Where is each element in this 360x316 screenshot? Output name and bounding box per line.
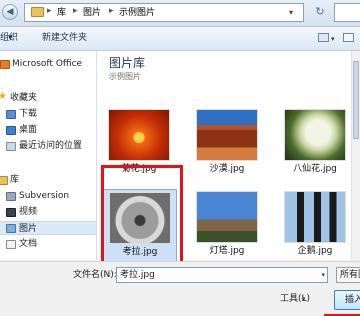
- breadcrumb-separator-icon: ▸: [47, 6, 52, 16]
- nav-item-favorites[interactable]: ★ 收藏夹: [0, 91, 96, 105]
- library-subtitle: 示例图片: [109, 72, 141, 81]
- vertical-scrollbar[interactable]: [351, 51, 360, 260]
- library-title: 图片库: [109, 56, 146, 70]
- filename-dropdown-icon[interactable]: ▾: [321, 268, 325, 282]
- address-bar[interactable]: ▸ 库 ▸ 图片 ▸ 示例图片 ▾: [24, 3, 304, 22]
- recent-places-icon: [6, 142, 16, 151]
- file-name-panel: 文件名(N): 考拉.jpg ▾ 所有图 工具(L) ▾ 插入: [0, 261, 360, 314]
- filename-label: 文件名(N):: [73, 270, 117, 280]
- desktop-icon: [6, 126, 16, 135]
- folder-icon: [31, 7, 44, 17]
- file-item-koala[interactable]: 考拉.jpg: [101, 189, 177, 267]
- navigation-pane: Microsoft Office ★ 收藏夹 下载 桌面 最近访问的位置 库 S…: [0, 51, 97, 260]
- nav-item-documents[interactable]: 文档: [0, 237, 96, 251]
- library-icon: [0, 176, 8, 185]
- filename-input[interactable]: 考拉.jpg ▾: [116, 267, 328, 283]
- address-bar-row: ◀ ▸ 库 ▸ 图片 ▸ 示例图片 ▾ ↻: [0, 0, 360, 27]
- nav-item-pictures[interactable]: 图片: [0, 221, 96, 235]
- hydrangeas-thumbnail: [284, 109, 346, 161]
- nav-item-recent-places[interactable]: 最近访问的位置: [0, 139, 96, 153]
- penguins-thumbnail: [284, 191, 346, 243]
- breadcrumb-separator-icon: ▸: [109, 6, 114, 16]
- organize-dropdown-icon[interactable]: ▾: [8, 32, 13, 44]
- file-item-desert[interactable]: 沙漠.jpg: [189, 107, 265, 185]
- file-item-penguins[interactable]: 企鹅.jpg: [277, 189, 353, 267]
- command-bar: 组织 ▾ 新建文件夹 ▾: [0, 27, 360, 51]
- search-input[interactable]: [334, 3, 360, 22]
- view-dropdown-icon[interactable]: ▾: [331, 33, 335, 45]
- nav-item-microsoft-office[interactable]: Microsoft Office: [0, 57, 96, 71]
- nav-item-libraries[interactable]: 库: [0, 173, 96, 187]
- download-folder-icon: [6, 110, 16, 119]
- preview-pane-icon[interactable]: [343, 33, 354, 42]
- back-button[interactable]: ◀: [2, 4, 18, 20]
- filetype-select[interactable]: 所有图: [336, 267, 360, 283]
- file-item-chrysanthemum[interactable]: 菊花.jpg: [101, 107, 177, 185]
- koala-thumbnail: [109, 192, 171, 244]
- nav-item-downloads[interactable]: 下载: [0, 107, 96, 121]
- nav-item-subversion[interactable]: Subversion: [0, 189, 96, 203]
- breadcrumb-separator-icon: ▸: [73, 6, 78, 16]
- documents-library-icon: [6, 240, 16, 249]
- nav-item-videos[interactable]: 视频: [0, 205, 96, 219]
- videos-library-icon: [6, 208, 16, 217]
- insert-button[interactable]: 插入: [334, 290, 360, 310]
- pictures-library-icon: [6, 224, 16, 233]
- star-icon: ★: [0, 90, 8, 102]
- scrollbar-thumb[interactable]: [353, 61, 359, 139]
- new-folder-button[interactable]: 新建文件夹: [42, 32, 87, 44]
- tools-dropdown-icon[interactable]: ▾: [302, 295, 306, 303]
- office-icon: [0, 60, 10, 69]
- breadcrumb-pictures[interactable]: 图片: [83, 7, 101, 19]
- change-view-icon[interactable]: [318, 33, 329, 42]
- file-item-hydrangeas[interactable]: 八仙花.jpg: [277, 107, 353, 185]
- lighthouse-thumbnail: [196, 191, 258, 243]
- refresh-icon[interactable]: ↻: [312, 4, 328, 20]
- subversion-library-icon: [6, 192, 16, 201]
- file-item-lighthouse[interactable]: 灯塔.jpg: [189, 189, 265, 267]
- chrysanthemum-thumbnail: [108, 109, 170, 161]
- breadcrumb-library[interactable]: 库: [57, 7, 66, 19]
- desert-thumbnail: [196, 109, 258, 161]
- nav-item-desktop[interactable]: 桌面: [0, 123, 96, 137]
- breadcrumb-sample-pictures[interactable]: 示例图片: [119, 7, 155, 19]
- address-history-dropdown-icon[interactable]: ▾: [289, 8, 293, 17]
- file-list-pane: 图片库 示例图片 菊花.jpg 沙漠.jpg 八仙花.jpg 考拉.jpg 灯塔…: [97, 51, 360, 267]
